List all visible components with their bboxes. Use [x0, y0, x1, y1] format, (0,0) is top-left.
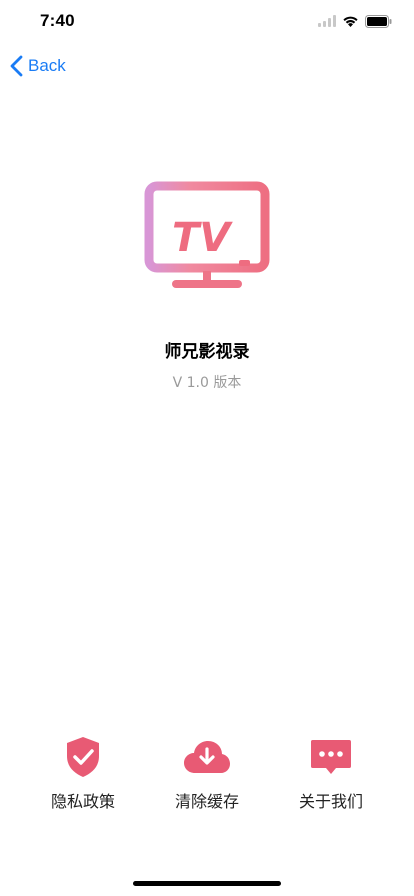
wifi-icon: [343, 16, 358, 27]
back-button[interactable]: Back: [10, 52, 66, 80]
status-bar: 7:40: [0, 0, 414, 44]
cloud-download-icon: [184, 741, 230, 773]
app-name: 师兄影视录: [164, 342, 250, 362]
logo-text: TV: [172, 215, 233, 261]
home-indicator[interactable]: [133, 881, 281, 886]
app-logo-tv-icon: TV: [144, 181, 270, 288]
nav-bar: Back: [0, 44, 414, 88]
chevron-left-icon: [10, 55, 23, 77]
action-row: 隐私政策 清除缓存 关于我们: [0, 734, 414, 814]
about-us-button[interactable]: 关于我们: [276, 734, 386, 814]
back-label: Back: [28, 56, 66, 75]
status-time: 7:40: [40, 11, 75, 30]
privacy-policy-label: 隐私政策: [50, 792, 115, 811]
clear-cache-button[interactable]: 清除缓存: [152, 734, 262, 814]
clear-cache-label: 清除缓存: [174, 792, 239, 811]
chat-bubble-icon: [311, 740, 351, 774]
app-version: V 1.0 版本: [172, 375, 242, 391]
shield-check-icon: [67, 737, 99, 777]
cellular-signal-icon: [318, 15, 336, 27]
battery-icon: [365, 14, 392, 28]
about-us-label: 关于我们: [298, 792, 363, 811]
status-icons: [318, 14, 392, 28]
privacy-policy-button[interactable]: 隐私政策: [28, 734, 138, 814]
